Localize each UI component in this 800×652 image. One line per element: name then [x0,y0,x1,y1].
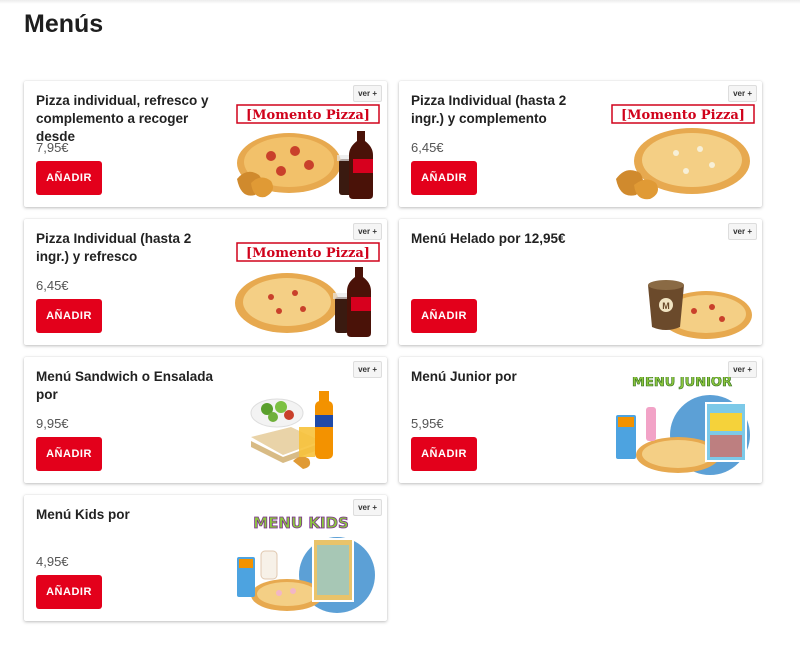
menu-card: Menú Helado por 12,95€ AÑADIR ver + M [399,219,762,345]
add-button[interactable]: AÑADIR [411,437,477,471]
add-button[interactable]: AÑADIR [411,299,477,333]
see-more-button[interactable]: ver + [353,223,382,240]
menu-image: [Momento Pizza] [231,101,381,203]
see-more-button[interactable]: ver + [728,361,757,378]
menu-card-title: Menú Kids por [36,507,130,522]
momento-pizza-logo: [Momento Pizza] [621,108,745,123]
menu-card-price: 6,45€ [411,140,444,155]
menu-card-title: Pizza individual, refresco y complemento… [36,93,209,144]
menu-card-price: 9,95€ [36,416,69,431]
menu-card-price: 7,95€ [36,140,69,155]
menu-image: M [606,239,756,341]
menu-junior-logo: MENÚ JUNIOR [632,377,732,390]
svg-text:M: M [662,301,670,311]
menu-card-title: Pizza Individual (hasta 2 ingr.) y refre… [36,231,192,264]
menu-card-title: Menú Helado por 12,95€ [411,231,566,246]
add-button[interactable]: AÑADIR [411,161,477,195]
momento-pizza-logo: [Momento Pizza] [246,108,370,123]
menu-card-price: 6,45€ [36,278,69,293]
see-more-button[interactable]: ver + [728,85,757,102]
menu-image: [Momento Pizza] [606,101,756,203]
see-more-button[interactable]: ver + [353,361,382,378]
menu-card: Menú Sandwich o Ensalada por 9,95€ AÑADI… [24,357,387,483]
menu-image: MENU KIDS [231,515,381,617]
menu-kids-logo: MENU KIDS [253,515,349,532]
menu-image [231,377,381,479]
top-shadow [0,0,800,4]
menu-card: Pizza individual, refresco y complemento… [24,81,387,207]
menu-card-price: 4,95€ [36,554,69,569]
menu-card-title: Menú Sandwich o Ensalada por [36,369,214,402]
add-button[interactable]: AÑADIR [36,437,102,471]
see-more-button[interactable]: ver + [353,499,382,516]
see-more-button[interactable]: ver + [728,223,757,240]
menu-card-title: Menú Junior por [411,369,517,384]
menu-image: MENÚ JUNIOR [606,377,756,479]
page-title: Menús [24,10,104,38]
menu-card: Menú Junior por 5,95€ AÑADIR ver + MENÚ … [399,357,762,483]
add-button[interactable]: AÑADIR [36,161,102,195]
see-more-button[interactable]: ver + [353,85,382,102]
menu-card: Pizza Individual (hasta 2 ingr.) y refre… [24,219,387,345]
menu-grid: Pizza individual, refresco y complemento… [24,81,762,621]
add-button[interactable]: AÑADIR [36,299,102,333]
momento-pizza-logo: [Momento Pizza] [246,246,370,261]
menu-card-price: 5,95€ [411,416,444,431]
menu-image: [Momento Pizza] [231,239,381,341]
menu-card: Pizza Individual (hasta 2 ingr.) y compl… [399,81,762,207]
menu-card: Menú Kids por 4,95€ AÑADIR ver + MENU KI… [24,495,387,621]
add-button[interactable]: AÑADIR [36,575,102,609]
menu-card-title: Pizza Individual (hasta 2 ingr.) y compl… [411,93,567,126]
